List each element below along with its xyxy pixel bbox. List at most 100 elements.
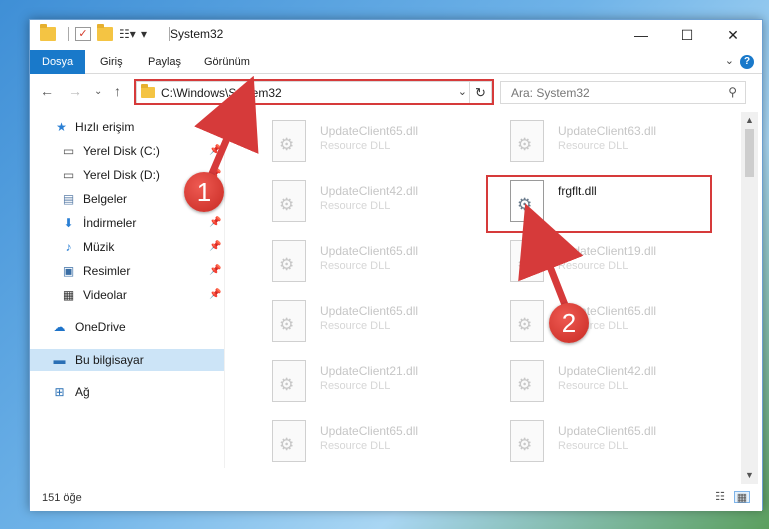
dll-file-icon [272, 300, 306, 342]
file-name: UpdateClient65.dll [320, 124, 419, 138]
nav-item-pictures[interactable]: ▣ Resimler 📌 [30, 260, 224, 282]
pin-icon[interactable]: 📌 [209, 212, 221, 234]
search-input[interactable]: Ara: System32 ⚲ [500, 81, 746, 104]
scrollbar-thumb[interactable] [745, 129, 754, 177]
properties-icon[interactable]: ✓ [75, 27, 91, 41]
minimize-button[interactable]: — [618, 20, 664, 50]
pin-icon[interactable]: 📌 [209, 260, 221, 282]
file-item[interactable]: UpdateClient42.dll Resource DLL [250, 176, 480, 232]
file-name: UpdateClient19.dll [558, 244, 657, 258]
nav-item-label: Videolar [83, 288, 127, 302]
tab-share[interactable]: Paylaş [148, 50, 181, 74]
step-badge-1: 1 [184, 172, 224, 212]
nav-item-local-disk-c[interactable]: ▭ Yerel Disk (C:) 📌 [30, 140, 224, 162]
file-item[interactable]: UpdateClient21.dll Resource DLL [250, 356, 480, 412]
step-badge-2: 2 [549, 303, 589, 343]
nav-item-quick-access[interactable]: ★ Hızlı erişim [30, 116, 224, 138]
file-name: UpdateClient65.dll [320, 244, 419, 258]
forward-button[interactable]: → [68, 83, 82, 99]
file-item[interactable]: UpdateClient65.dll Resource DLL [488, 416, 718, 472]
nav-item-label: Belgeler [83, 192, 128, 206]
nav-item-label: Bu bilgisayar [75, 353, 144, 367]
status-bar: 151 öğe ☷ ▦ [30, 484, 762, 511]
tab-view[interactable]: Görünüm [204, 50, 250, 74]
nav-item-label: Yerel Disk (C:) [83, 144, 160, 158]
scroll-down-icon[interactable]: ▼ [741, 467, 758, 484]
folder-icon [40, 24, 56, 41]
customize-toolbar-icon[interactable]: ☷▾ [119, 27, 136, 41]
file-type: Resource DLL [320, 260, 391, 272]
scroll-up-icon[interactable]: ▲ [741, 112, 758, 129]
file-type: Resource DLL [558, 260, 629, 272]
file-item[interactable]: UpdateClient65.dll Resource DLL [250, 236, 480, 292]
item-count: 151 öğe [42, 492, 82, 504]
dll-file-icon [272, 420, 306, 462]
file-type: Resource DLL [558, 440, 629, 452]
file-type: Resource DLL [558, 140, 629, 152]
dll-file-icon [272, 240, 306, 282]
music-icon: ♪ [65, 240, 72, 254]
download-icon: ⬇ [63, 216, 74, 230]
pictures-icon: ▣ [62, 264, 75, 278]
help-icon[interactable]: ? [740, 55, 754, 69]
file-item[interactable]: UpdateClient19.dll Resource DLL [488, 236, 718, 292]
back-button[interactable]: ← [40, 83, 54, 99]
up-button[interactable]: ↑ [114, 83, 121, 99]
address-highlight-box [134, 79, 494, 105]
file-name: UpdateClient21.dll [320, 364, 419, 378]
new-folder-icon[interactable] [97, 24, 113, 41]
file-name: UpdateClient65.dll [558, 424, 657, 438]
nav-item-label: Hızlı erişim [75, 120, 135, 134]
file-item[interactable]: UpdateClient65.dll Resource DLL [250, 116, 480, 172]
expand-ribbon-icon[interactable]: ⌄ [725, 54, 734, 67]
chevron-down-icon[interactable]: ▾ [141, 27, 157, 41]
nav-item-label: İndirmeler [83, 216, 137, 230]
navigation-pane: ★ Hızlı erişim ▭ Yerel Disk (C:) 📌 ▭ Yer… [30, 112, 224, 468]
vertical-scrollbar[interactable]: ▲ ▼ [741, 112, 758, 484]
large-icons-view-icon[interactable]: ▦ [734, 491, 750, 504]
file-item[interactable]: UpdateClient65.dll Resource DLL [488, 296, 718, 352]
nav-item-network[interactable]: ⊞ Ağ [30, 381, 224, 403]
details-view-icon[interactable]: ☷ [712, 491, 728, 503]
search-icon[interactable]: ⚲ [728, 85, 737, 99]
file-type: Resource DLL [320, 200, 391, 212]
file-item[interactable]: UpdateClient65.dll Resource DLL [250, 416, 480, 472]
nav-item-label: Yerel Disk (D:) [83, 168, 160, 182]
nav-item-videos[interactable]: ▦ Videolar 📌 [30, 284, 224, 306]
file-item[interactable]: UpdateClient63.dll Resource DLL [488, 116, 718, 172]
file-list: UpdateClient65.dll Resource DLL UpdateCl… [226, 112, 741, 484]
file-type: Resource DLL [320, 320, 391, 332]
file-name: UpdateClient42.dll [558, 364, 657, 378]
star-icon: ★ [56, 120, 67, 134]
file-type: Resource DLL [320, 440, 391, 452]
ribbon-tabs: Dosya Giriş Paylaş Görünüm ⌄ ? [30, 50, 762, 74]
tab-home[interactable]: Giriş [100, 50, 123, 74]
documents-icon: ▤ [62, 192, 75, 206]
file-type: Resource DLL [320, 380, 391, 392]
tab-file[interactable]: Dosya [30, 50, 86, 74]
pin-icon[interactable]: 📌 [209, 140, 221, 162]
maximize-button[interactable]: ☐ [664, 20, 710, 50]
nav-item-onedrive[interactable]: ☁ OneDrive [30, 316, 224, 338]
pin-icon[interactable]: 📌 [209, 236, 221, 258]
nav-item-downloads[interactable]: ⬇ İndirmeler 📌 [30, 212, 224, 234]
file-item[interactable]: UpdateClient65.dll Resource DLL [250, 296, 480, 352]
nav-item-label: Ağ [75, 385, 90, 399]
file-item[interactable]: UpdateClient42.dll Resource DLL [488, 356, 718, 412]
pin-icon[interactable]: 📌 [209, 284, 221, 306]
dll-file-icon [510, 240, 544, 282]
file-name: UpdateClient63.dll [558, 124, 657, 138]
network-icon: ⊞ [54, 385, 65, 399]
nav-item-this-pc[interactable]: ▬ Bu bilgisayar [30, 349, 224, 371]
nav-item-label: Resimler [83, 264, 131, 278]
nav-item-music[interactable]: ♪ Müzik 📌 [30, 236, 224, 258]
quick-access-toolbar: ✓ ☷▾ ▾ [40, 24, 176, 41]
dll-file-icon [272, 180, 306, 222]
dll-file-icon [510, 420, 544, 462]
file-highlight-box [486, 175, 712, 233]
recent-locations-button[interactable]: ⌄ [94, 86, 102, 97]
close-button[interactable]: ✕ [710, 20, 756, 50]
window-title: System32 [170, 27, 224, 41]
cloud-icon: ☁ [53, 320, 66, 334]
dll-file-icon [510, 120, 544, 162]
